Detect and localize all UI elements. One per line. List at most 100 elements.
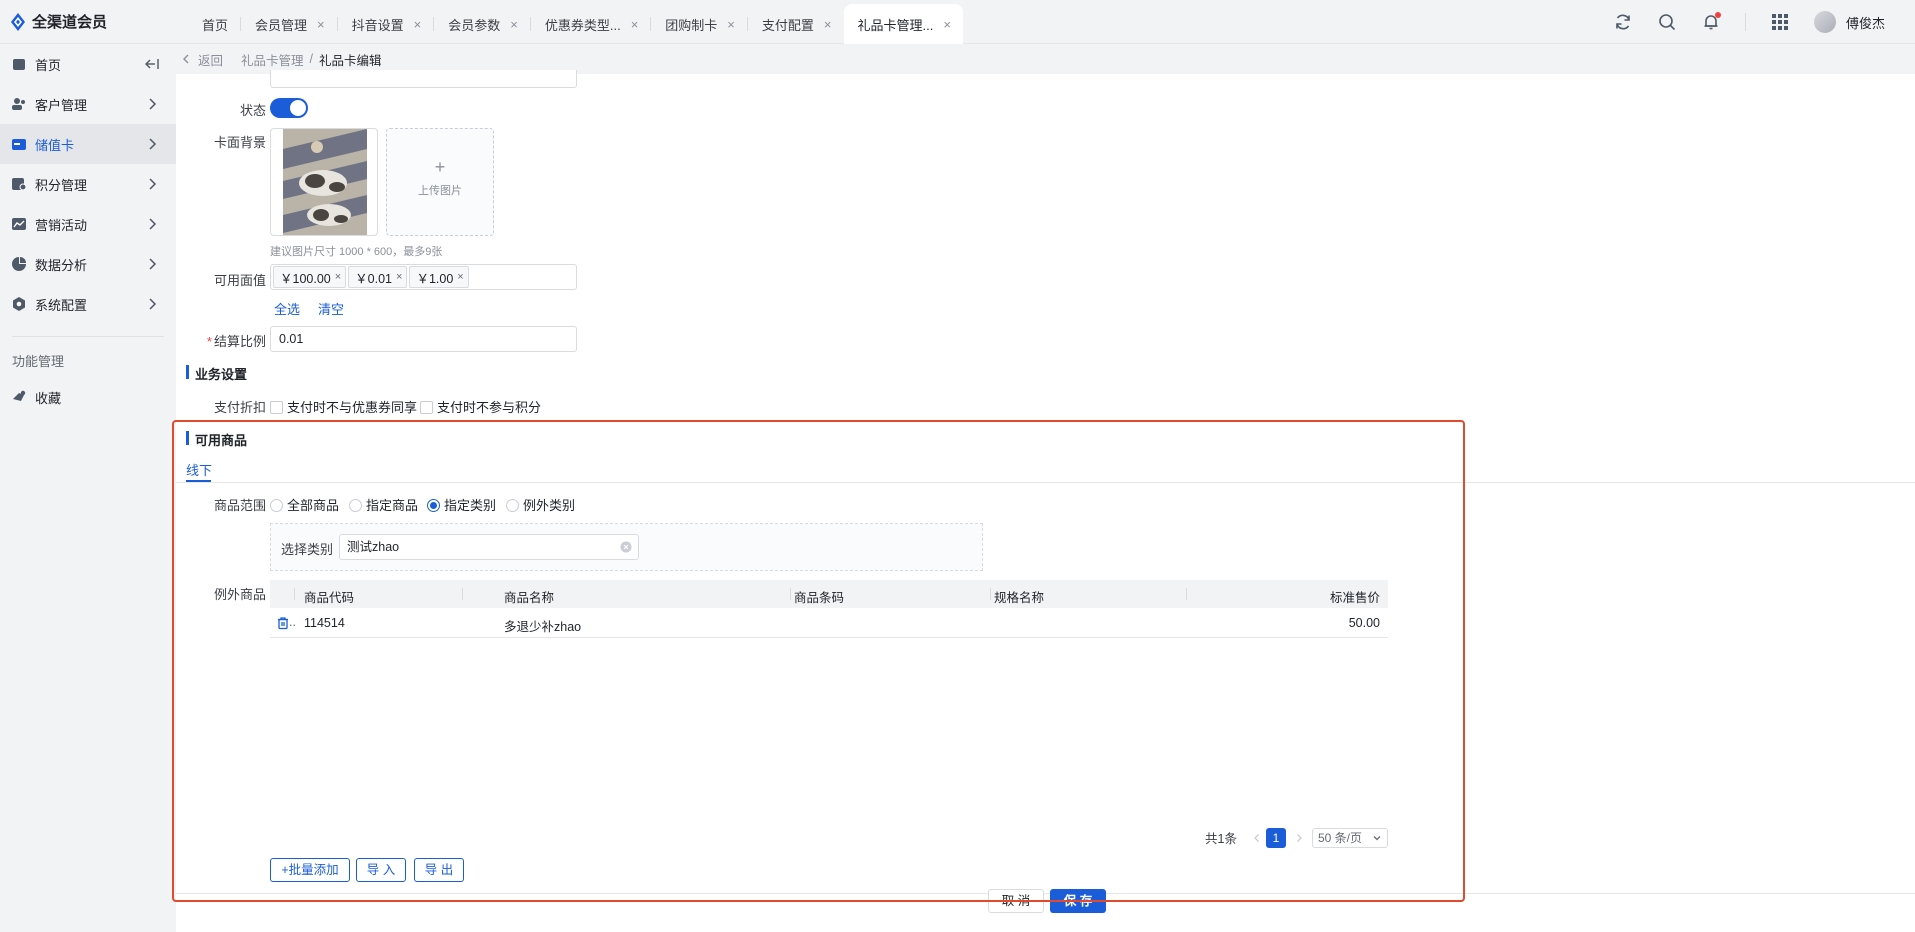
close-icon[interactable]: × bbox=[631, 17, 639, 32]
close-icon[interactable]: × bbox=[943, 17, 951, 32]
delete-icon[interactable] bbox=[276, 616, 290, 630]
goods-range-label: 商品范围 bbox=[213, 498, 266, 513]
close-icon[interactable]: × bbox=[414, 17, 422, 32]
face-value-tag: ￥100.00 × bbox=[273, 266, 347, 288]
sidebar-item-points[interactable]: 积分管理 bbox=[0, 164, 176, 204]
cat-photo-image bbox=[283, 129, 367, 235]
tab-group-card[interactable]: 团购制卡 × bbox=[651, 4, 747, 44]
sidebar-item-system-config[interactable]: 系统配置 bbox=[0, 284, 176, 324]
import-button[interactable]: 导 入 bbox=[356, 858, 406, 882]
close-icon[interactable]: × bbox=[335, 271, 341, 283]
app-logo[interactable]: 全渠道会员 bbox=[10, 11, 107, 32]
chevron-right-icon bbox=[149, 98, 157, 110]
avatar[interactable] bbox=[1813, 11, 1836, 33]
chevron-left-icon[interactable] bbox=[180, 53, 192, 65]
sidebar-item-label: 储值卡 bbox=[35, 137, 75, 153]
range-option-all[interactable]: 全部商品 bbox=[270, 495, 339, 514]
exception-goods-label: 例外商品 bbox=[213, 587, 266, 602]
close-icon[interactable]: × bbox=[396, 271, 402, 283]
tab-gift-card-management[interactable]: 礼品卡管理... × bbox=[843, 4, 963, 44]
column-header[interactable]: 规格名称 bbox=[994, 587, 1044, 606]
column-header[interactable]: 商品条码 bbox=[794, 587, 844, 606]
upload-image-button[interactable]: + 上传图片 bbox=[386, 128, 494, 236]
close-icon[interactable]: × bbox=[457, 271, 463, 283]
next-page-icon[interactable] bbox=[1294, 833, 1304, 843]
back-link[interactable]: 返回 bbox=[198, 50, 223, 69]
export-button[interactable]: 导 出 bbox=[414, 858, 464, 882]
sidebar-item-label: 收藏 bbox=[35, 390, 62, 406]
column-header[interactable]: 标准售价 bbox=[1330, 587, 1380, 606]
table-row[interactable]: .. 114514 多退少补zhao 50.00 bbox=[270, 608, 1388, 638]
column-divider bbox=[462, 588, 463, 600]
face-value-select[interactable]: ￥100.00 × ￥0.01 × ￥1.00 × bbox=[270, 264, 577, 290]
tab-member-params[interactable]: 会员参数 × bbox=[434, 4, 530, 44]
close-icon[interactable]: × bbox=[727, 17, 735, 32]
close-icon[interactable]: × bbox=[510, 17, 518, 32]
tab-home[interactable]: 首页 bbox=[188, 4, 240, 44]
clear-link[interactable]: 清空 bbox=[318, 299, 344, 318]
search-icon[interactable] bbox=[1657, 12, 1677, 32]
column-header[interactable]: 商品名称 bbox=[504, 587, 554, 606]
category-select[interactable]: 测试zhao bbox=[339, 534, 639, 560]
collapse-sidebar-icon[interactable] bbox=[144, 56, 160, 72]
radio-label: 指定商品 bbox=[366, 498, 419, 513]
batch-add-button[interactable]: +批量添加 bbox=[270, 858, 350, 882]
range-option-exception-category[interactable]: 例外类别 bbox=[506, 495, 575, 514]
radio-circle bbox=[270, 499, 283, 512]
notification-bell[interactable] bbox=[1701, 12, 1721, 32]
tab-divider bbox=[176, 482, 1915, 483]
pie-icon bbox=[12, 257, 26, 271]
range-option-specified-category[interactable]: 指定类别 bbox=[427, 495, 496, 514]
app-name: 全渠道会员 bbox=[32, 14, 108, 31]
settle-ratio-label: * 结算比例 bbox=[176, 331, 266, 350]
tag-label: ￥100.00 bbox=[280, 271, 331, 286]
tab-member-management[interactable]: 会员管理 × bbox=[241, 4, 337, 44]
column-header[interactable]: 商品代码 bbox=[304, 587, 354, 606]
page-size-select[interactable]: 50 条/页 bbox=[1312, 828, 1388, 848]
settle-ratio-input[interactable]: 0.01 bbox=[270, 326, 577, 352]
pagination-total: 共1条 bbox=[1205, 832, 1237, 846]
range-option-specified-goods[interactable]: 指定商品 bbox=[349, 495, 418, 514]
category-value: 测试zhao bbox=[347, 540, 400, 554]
no-coupon-share-checkbox[interactable]: 支付时不与优惠券同享 bbox=[270, 397, 417, 416]
tab-offline[interactable]: 线下 bbox=[186, 460, 212, 479]
sidebar-item-label: 首页 bbox=[35, 57, 62, 73]
breadcrumb-separator: / bbox=[309, 52, 314, 66]
tab-coupon-types[interactable]: 优惠券类型... × bbox=[531, 4, 650, 44]
sidebar-item-analytics[interactable]: 数据分析 bbox=[0, 244, 176, 284]
category-filter-box: 选择类别 测试zhao bbox=[270, 523, 983, 571]
chevron-right-icon bbox=[149, 258, 157, 270]
page-number-current[interactable]: 1 bbox=[1266, 828, 1286, 848]
radio-label: 例外类别 bbox=[523, 498, 576, 513]
status-toggle[interactable] bbox=[270, 98, 308, 118]
breadcrumb-parent[interactable]: 礼品卡管理 bbox=[241, 50, 304, 69]
prev-page-icon[interactable] bbox=[1252, 833, 1262, 843]
sidebar-item-stored-value-card[interactable]: 储值卡 bbox=[0, 124, 176, 164]
apps-grid-icon[interactable] bbox=[1770, 12, 1790, 32]
radio-label: 全部商品 bbox=[287, 498, 340, 513]
cell-code: 114514 bbox=[304, 616, 345, 630]
gear-icon bbox=[13, 297, 25, 311]
scrolled-select-field[interactable] bbox=[270, 70, 577, 88]
save-button[interactable]: 保 存 bbox=[1050, 889, 1106, 913]
refresh-icon[interactable] bbox=[1613, 12, 1633, 32]
sidebar-item-customers[interactable]: 客户管理 bbox=[0, 84, 176, 124]
sidebar-item-favorites[interactable]: 收藏 bbox=[0, 377, 176, 417]
sidebar-item-home[interactable]: 首页 bbox=[0, 44, 176, 84]
select-all-link[interactable]: 全选 bbox=[274, 299, 300, 318]
clear-circle-icon[interactable] bbox=[620, 541, 632, 553]
required-mark: * bbox=[206, 334, 212, 349]
tab-douyin-settings[interactable]: 抖音设置 × bbox=[338, 4, 434, 44]
column-divider bbox=[790, 588, 791, 600]
cancel-button[interactable]: 取 消 bbox=[988, 889, 1044, 913]
tab-payment-config[interactable]: 支付配置 × bbox=[748, 4, 844, 44]
close-icon[interactable]: × bbox=[824, 17, 832, 32]
no-points-checkbox[interactable]: 支付时不参与积分 bbox=[420, 397, 541, 416]
upload-label: 上传图片 bbox=[418, 185, 462, 197]
close-icon[interactable]: × bbox=[317, 17, 325, 32]
sidebar-item-marketing[interactable]: 营销活动 bbox=[0, 204, 176, 244]
user-name[interactable]: 傅俊杰 bbox=[1846, 13, 1885, 32]
card-background-image[interactable] bbox=[270, 128, 378, 236]
column-divider bbox=[1186, 588, 1187, 600]
face-value-label: 可用面值 bbox=[213, 273, 266, 288]
